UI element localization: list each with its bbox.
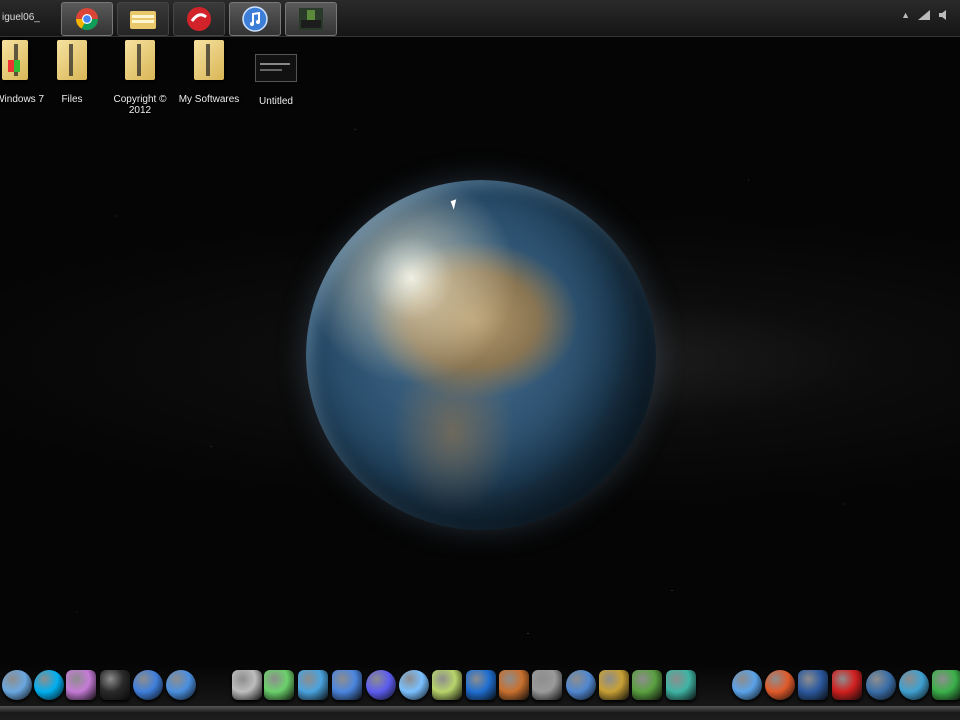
chrome-icon bbox=[76, 8, 98, 30]
spinner-icon[interactable] bbox=[866, 670, 896, 700]
quicktime-icon[interactable] bbox=[133, 670, 163, 700]
messenger-icon[interactable] bbox=[66, 670, 96, 700]
skype-icon[interactable] bbox=[34, 670, 64, 700]
desktop-icon-copyright[interactable]: Copyright © 2012 bbox=[105, 40, 175, 116]
taskbar-window-label[interactable]: iguel06_ bbox=[2, 12, 40, 23]
desktop-icon-untitled[interactable]: Untitled bbox=[241, 40, 311, 107]
desktop-icon-label: Copyright © 2012 bbox=[113, 94, 167, 116]
signal-icon[interactable] bbox=[918, 10, 930, 20]
volume-icon[interactable] bbox=[938, 10, 950, 20]
image-file-icon bbox=[255, 54, 297, 82]
taskbar-explorer-button[interactable] bbox=[117, 2, 169, 36]
earth-globe-wallpaper bbox=[306, 180, 656, 530]
globe-app-icon[interactable] bbox=[899, 670, 929, 700]
desktop-icon-label: Files bbox=[61, 94, 83, 105]
arrow-app-icon[interactable] bbox=[932, 670, 960, 700]
utilities-icon[interactable] bbox=[532, 670, 562, 700]
photoshop-icon[interactable] bbox=[466, 670, 496, 700]
desktop-icon-label: My Softwares bbox=[178, 94, 240, 105]
flash-icon[interactable] bbox=[765, 670, 795, 700]
notification-arrow-icon[interactable]: ▲ bbox=[901, 10, 910, 20]
folder-icon bbox=[194, 40, 224, 80]
file-explorer-icon bbox=[130, 11, 156, 29]
desktop-icon-label: Untitled bbox=[259, 96, 293, 107]
notes-icon[interactable] bbox=[432, 670, 462, 700]
finder-icon[interactable] bbox=[2, 670, 32, 700]
dvd-icon[interactable] bbox=[399, 670, 429, 700]
download-icon[interactable] bbox=[332, 670, 362, 700]
taskbar-window-thumbnail-button[interactable] bbox=[285, 2, 337, 36]
security-app-icon bbox=[187, 7, 211, 31]
taskbar: iguel06_ ▲ bbox=[0, 0, 960, 37]
league-icon[interactable] bbox=[599, 670, 629, 700]
minecraft-icon[interactable] bbox=[632, 670, 662, 700]
window-thumbnail-icon bbox=[299, 8, 323, 30]
photo-viewer-icon[interactable] bbox=[298, 670, 328, 700]
vpn-icon[interactable] bbox=[732, 670, 762, 700]
taskbar-chrome-button[interactable] bbox=[61, 2, 113, 36]
folder-icon bbox=[57, 40, 87, 80]
settings-icon[interactable] bbox=[566, 670, 596, 700]
folder-icon bbox=[125, 40, 155, 80]
blackberry-icon[interactable] bbox=[100, 670, 130, 700]
camera-icon[interactable] bbox=[232, 670, 262, 700]
taskbar-itunes-button[interactable] bbox=[229, 2, 281, 36]
taskbar-security-button[interactable] bbox=[173, 2, 225, 36]
dock-shelf bbox=[0, 706, 960, 712]
desktop-icon-my-softwares[interactable]: My Softwares bbox=[174, 40, 244, 105]
red-app-icon[interactable] bbox=[832, 670, 862, 700]
desktop-icon-files[interactable]: Files bbox=[37, 40, 107, 105]
network-icon[interactable] bbox=[264, 670, 294, 700]
virtualbox-icon[interactable] bbox=[798, 670, 828, 700]
itunes-icon bbox=[242, 6, 268, 32]
itunes-icon[interactable] bbox=[166, 670, 196, 700]
infinity-icon[interactable] bbox=[366, 670, 396, 700]
system-tray: ▲ bbox=[901, 10, 950, 20]
dock bbox=[0, 664, 960, 720]
gimp-icon[interactable] bbox=[499, 670, 529, 700]
windows-folder-icon bbox=[0, 40, 30, 80]
app-window-icon[interactable] bbox=[666, 670, 696, 700]
